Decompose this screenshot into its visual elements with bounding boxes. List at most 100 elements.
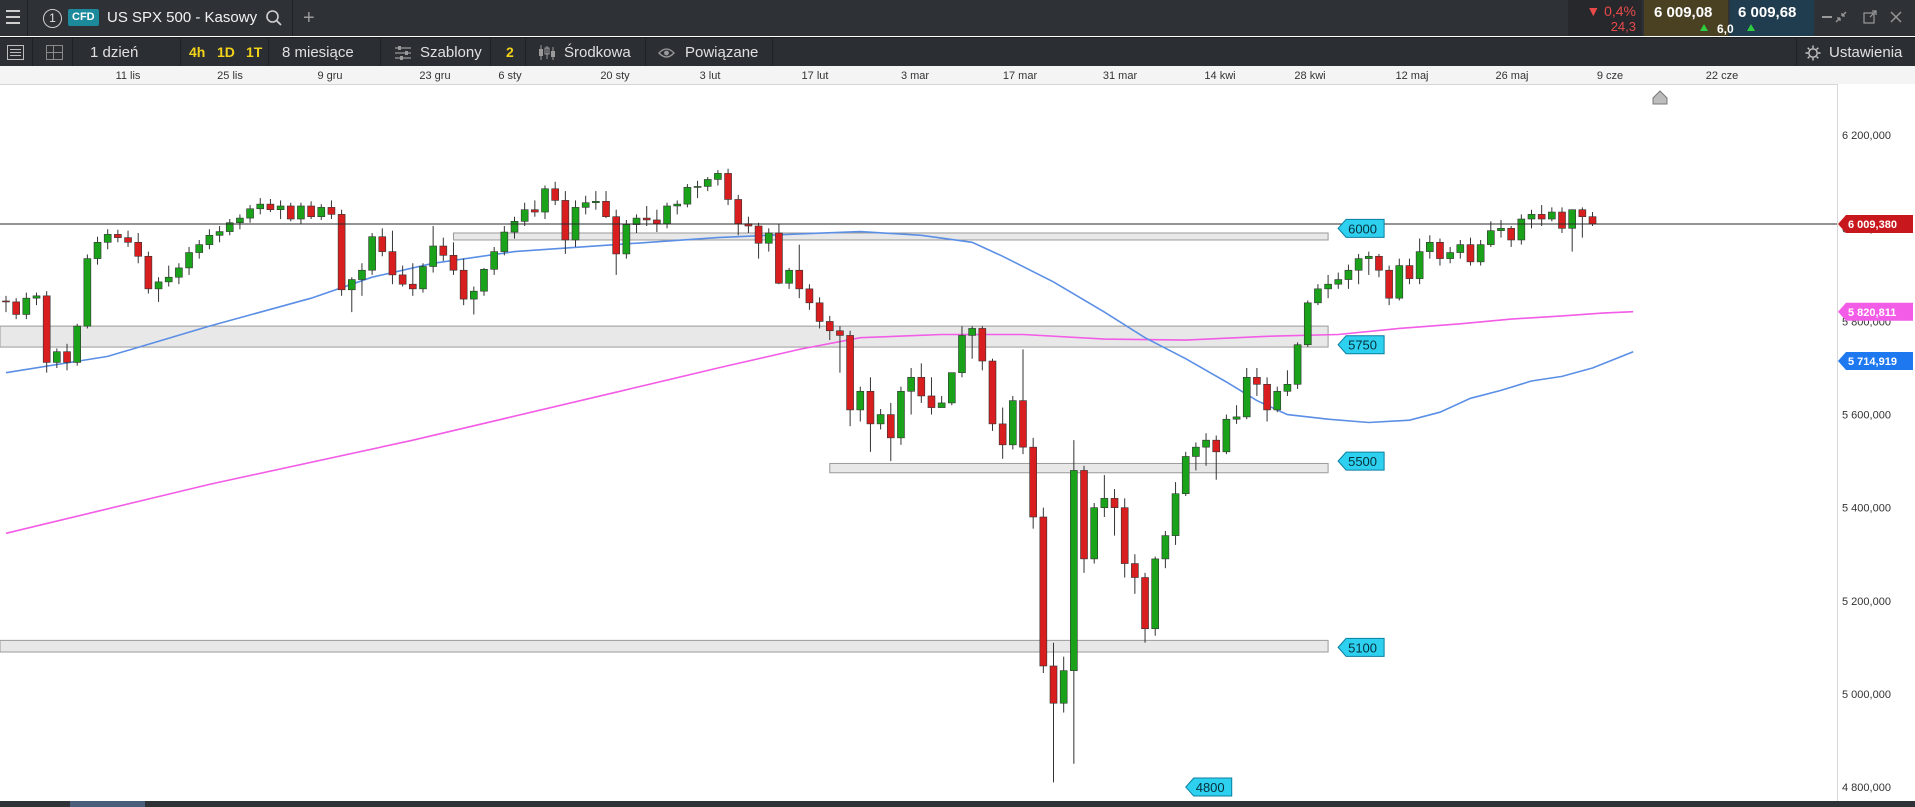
bullish-candle	[1100, 475, 1109, 517]
quick-interval-1t[interactable]: 1T	[246, 38, 262, 67]
candle-body	[561, 200, 570, 241]
candle-body	[266, 203, 275, 211]
scroll-to-end-icon[interactable]	[1652, 90, 1668, 105]
list-view-icon[interactable]	[7, 45, 24, 60]
candle-body	[1171, 493, 1180, 536]
settings-button[interactable]: Ustawienia	[1829, 38, 1902, 67]
candle-body	[256, 203, 265, 210]
bullish-candle	[764, 228, 773, 252]
candle-body	[307, 205, 315, 217]
bullish-candle	[948, 372, 956, 406]
bullish-candle	[93, 236, 102, 265]
bearish-candle	[1253, 368, 1261, 396]
popout-icon[interactable]	[1863, 10, 1877, 24]
bullish-candle	[937, 395, 946, 408]
bearish-candle	[398, 265, 407, 287]
quick-interval-4h[interactable]: 4h	[189, 38, 205, 67]
bearish-candle	[1405, 258, 1414, 285]
candle-body	[185, 252, 193, 269]
templates-icon[interactable]	[394, 45, 412, 60]
candle-body	[297, 205, 305, 220]
indicator-count-badge[interactable]: 2	[506, 38, 514, 67]
sell-price-box[interactable]: 6 009,08	[1644, 0, 1728, 36]
layout-icon[interactable]	[46, 45, 63, 60]
price-tick-label: 5 400,000	[1842, 503, 1891, 515]
candle-body	[408, 283, 417, 290]
quick-interval-1d[interactable]: 1D	[217, 38, 235, 67]
candle-body	[876, 414, 885, 425]
candles	[2, 168, 1597, 783]
bullish-candle	[175, 263, 183, 285]
candle-body	[805, 288, 814, 304]
eye-icon[interactable]	[658, 46, 675, 58]
related-button[interactable]: Powiązane	[685, 38, 758, 67]
minimize-icon[interactable]	[1822, 16, 1832, 18]
candle-body	[897, 390, 905, 439]
buy-price-box[interactable]: 6 009,68	[1730, 0, 1814, 36]
bearish-candle	[551, 181, 559, 206]
candle-body	[1141, 577, 1149, 630]
candle-body	[714, 173, 722, 180]
search-icon[interactable]	[265, 9, 283, 27]
templates-button[interactable]: Szablony	[420, 38, 482, 67]
add-tab-button[interactable]: +	[303, 0, 315, 36]
bullish-candle	[714, 170, 722, 186]
candle-body	[1100, 498, 1109, 508]
last-price-flag: 6 009,380	[1838, 214, 1913, 233]
bearish-candle	[439, 237, 448, 261]
bullish-candle	[693, 180, 702, 199]
candle-body	[866, 390, 875, 425]
level-label-text: 5100	[1348, 640, 1377, 655]
settings-gear-icon[interactable]	[1805, 45, 1821, 61]
candle-body	[724, 173, 732, 200]
center-button[interactable]: Środkowa	[564, 38, 631, 67]
bullish-candle	[358, 263, 366, 296]
bullish-candle	[1303, 300, 1312, 348]
bullish-candle	[185, 246, 193, 275]
candle-body	[886, 414, 895, 439]
candle-body	[378, 236, 387, 252]
bearish-candle	[917, 363, 926, 403]
bearish-candle	[754, 222, 763, 259]
bullish-candle	[246, 205, 254, 223]
candle-body	[144, 255, 153, 290]
candle-body	[429, 245, 437, 267]
menu-icon[interactable]	[6, 10, 20, 24]
candlestick-chart[interactable]: 6 200,0006 000,0005 800,0005 600,0005 40…	[0, 84, 1915, 801]
candle-body	[998, 423, 1007, 446]
level-label-text: 5750	[1348, 338, 1377, 353]
bullish-candle	[541, 185, 549, 220]
candle-body	[1334, 279, 1343, 285]
ma-value-flag: 5 820,811	[1838, 302, 1913, 321]
candle-body	[1151, 558, 1160, 630]
candle-body	[1364, 255, 1373, 259]
candle-body	[531, 209, 539, 213]
interval-selector[interactable]: 1 dzień	[90, 38, 138, 67]
candle-body	[1232, 416, 1241, 420]
instrument-name[interactable]: US SPX 500 - Kasowy	[107, 0, 257, 36]
candle-body	[551, 188, 559, 201]
candle-body	[134, 241, 143, 257]
bullish-candle	[83, 254, 92, 329]
candle-body	[1131, 563, 1139, 578]
range-selector[interactable]: 8 miesiące	[282, 38, 354, 67]
candle-body	[1466, 244, 1475, 263]
tab-number-badge[interactable]: 1	[43, 9, 62, 28]
close-icon[interactable]	[1889, 10, 1903, 24]
candle-body	[948, 372, 956, 404]
candle-body	[205, 235, 214, 245]
bullish-candle	[73, 323, 81, 366]
candlestick-icon[interactable]	[537, 44, 557, 61]
candle-body	[1110, 498, 1119, 508]
candle-body	[1426, 241, 1434, 252]
bullish-candle	[856, 386, 865, 422]
bearish-candle	[836, 326, 844, 373]
sell-price: 6 009,08	[1654, 4, 1713, 21]
bullish-candle	[500, 226, 509, 256]
date-tick-label: 3 lut	[700, 70, 721, 82]
bearish-candle	[1039, 507, 1048, 673]
shrink-icon[interactable]	[1834, 10, 1848, 24]
candle-body	[368, 236, 376, 271]
bearish-candle	[307, 201, 315, 220]
price-tick-label: 5 200,000	[1842, 596, 1891, 608]
